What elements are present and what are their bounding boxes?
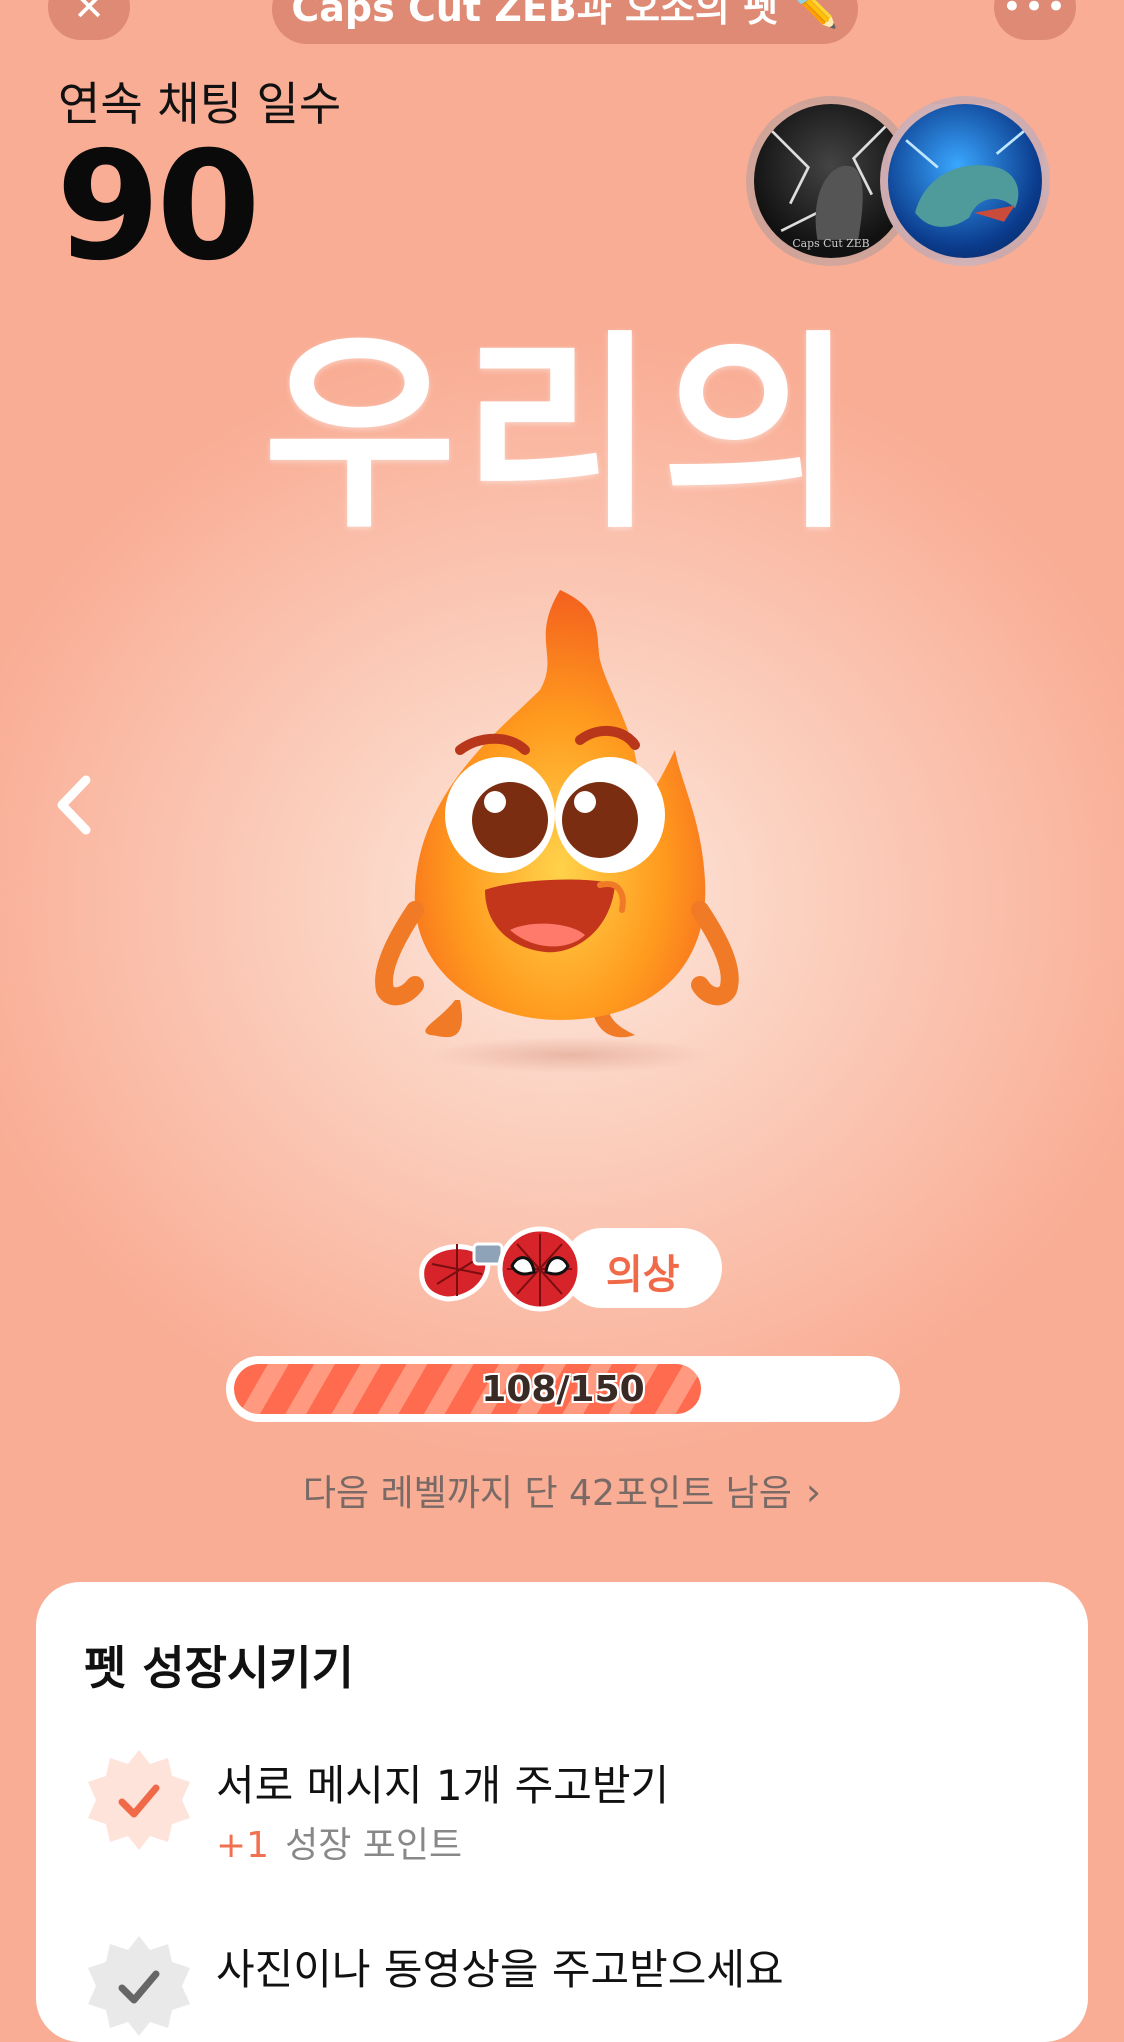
costume-label: 의상: [606, 1252, 680, 1298]
close-button[interactable]: ✕: [48, 0, 130, 40]
svg-text:Caps Cut ZEB: Caps Cut ZEB: [792, 237, 869, 250]
grow-pet-card: 펫 성장시키기 서로 메시지 1개 주고받기 +1 성장 포인트 사진이나 동영상…: [36, 1582, 1088, 2042]
chevron-right-icon: ›: [805, 1470, 822, 1514]
points-label: 성장 포인트: [285, 1825, 463, 1866]
chevron-left-icon[interactable]: [48, 770, 98, 840]
close-icon: ✕: [73, 0, 105, 29]
top-bar: ✕ Caps Cut ZEB과 오소의 펫 ✏️ •••: [0, 0, 1124, 44]
streak-value: 90: [56, 120, 261, 294]
task-title: 서로 메시지 1개 주고받기: [216, 1761, 670, 1810]
avatar-image: [905, 130, 1025, 227]
more-icon: •••: [1001, 0, 1069, 27]
task-title: 사진이나 동영상을 주고받으세요: [216, 1945, 784, 1994]
points-value: +1: [216, 1825, 270, 1866]
costume-badge[interactable]: 의상: [412, 1224, 722, 1314]
card-title: 펫 성장시키기: [84, 1641, 354, 1695]
pet-heading: 우리의: [263, 312, 861, 557]
next-level-link[interactable]: 다음 레벨까지 단 42포인트 남음 ›: [0, 1464, 1124, 1516]
next-level-text: 다음 레벨까지 단 42포인트 남음: [302, 1473, 792, 1514]
more-button[interactable]: •••: [994, 0, 1076, 40]
task-points: +1 성장 포인트: [216, 1816, 462, 1868]
progress-text: 108/150: [481, 1368, 645, 1410]
check-badge-icon: [88, 1750, 190, 1850]
chat-title[interactable]: Caps Cut ZEB과 오소의 펫 ✏️: [272, 0, 858, 44]
fire-mascot[interactable]: [360, 580, 760, 1080]
spider-costume-icon: [419, 1226, 583, 1312]
avatar[interactable]: [880, 96, 1050, 266]
growth-progress-bar: 108/150: [226, 1356, 900, 1422]
check-badge-icon: [88, 1936, 190, 2036]
